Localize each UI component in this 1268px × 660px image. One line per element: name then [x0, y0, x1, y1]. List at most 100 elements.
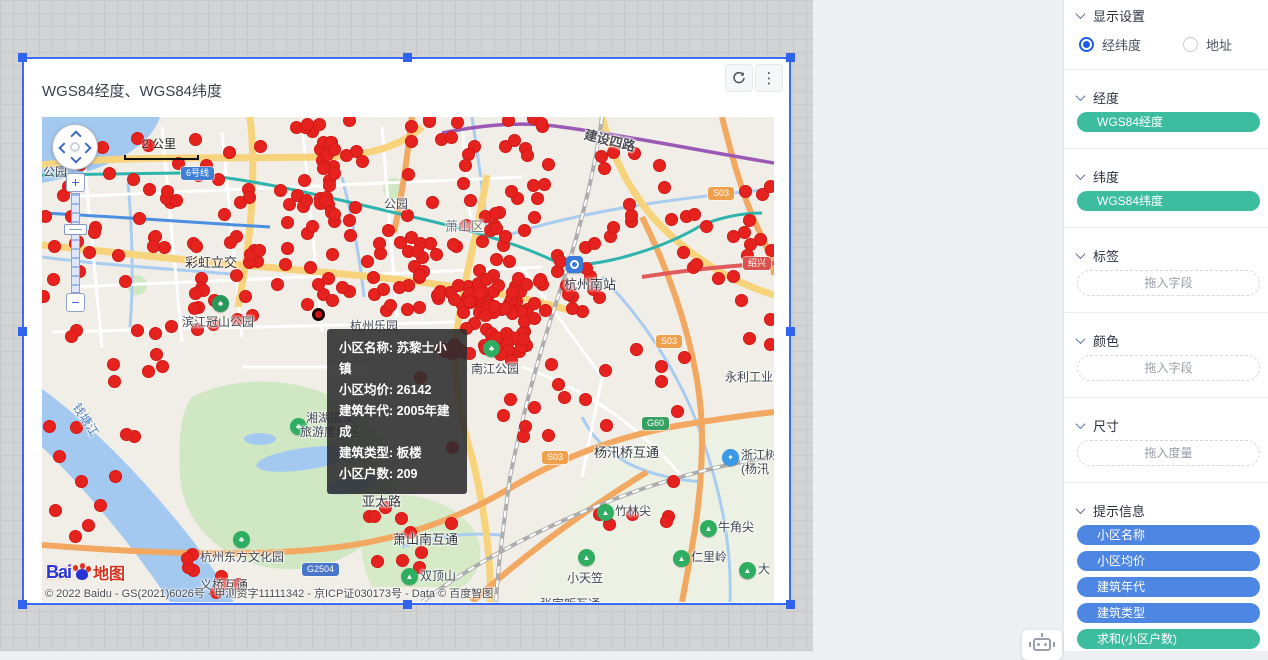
data-point[interactable]	[528, 401, 541, 414]
data-point[interactable]	[377, 283, 390, 296]
data-point[interactable]	[459, 159, 472, 172]
data-point[interactable]	[743, 214, 756, 227]
zoom-slider-handle[interactable]	[64, 224, 87, 235]
data-point[interactable]	[503, 255, 516, 268]
data-point[interactable]	[445, 131, 458, 144]
data-point[interactable]	[473, 287, 486, 300]
data-point[interactable]	[518, 224, 531, 237]
data-point[interactable]	[527, 179, 540, 192]
data-point[interactable]	[665, 213, 678, 226]
data-point[interactable]	[743, 332, 756, 345]
data-point[interactable]	[43, 420, 56, 433]
data-point[interactable]	[306, 220, 319, 233]
data-point[interactable]	[595, 150, 608, 163]
data-point[interactable]	[533, 275, 546, 288]
data-point[interactable]	[142, 365, 155, 378]
data-point-highlighted[interactable]	[312, 308, 325, 321]
data-point[interactable]	[430, 248, 443, 261]
data-point[interactable]	[539, 304, 552, 317]
data-point[interactable]	[165, 320, 178, 333]
data-point[interactable]	[382, 224, 395, 237]
data-point[interactable]	[224, 236, 237, 249]
data-point[interactable]	[344, 229, 357, 242]
data-point[interactable]	[373, 237, 386, 250]
resize-handle-w[interactable]	[18, 327, 27, 336]
data-point[interactable]	[218, 208, 231, 221]
data-point[interactable]	[535, 117, 548, 130]
section-header[interactable]: 标签	[1077, 248, 1259, 263]
data-point[interactable]	[457, 177, 470, 190]
radio-unselected-icon[interactable]	[1183, 37, 1198, 52]
resize-handle-ne[interactable]	[786, 53, 795, 62]
data-point[interactable]	[700, 220, 713, 233]
data-point[interactable]	[448, 293, 461, 306]
chevron-down-icon[interactable]	[1076, 504, 1086, 514]
data-point[interactable]	[411, 245, 424, 258]
data-point[interactable]	[655, 375, 668, 388]
data-point[interactable]	[492, 279, 505, 292]
data-point[interactable]	[371, 555, 384, 568]
section-header[interactable]: 颜色	[1077, 333, 1259, 348]
section-header[interactable]: 纬度	[1077, 169, 1259, 184]
data-point[interactable]	[49, 504, 62, 517]
field-pill[interactable]: 小区名称	[1077, 525, 1260, 545]
data-point[interactable]	[765, 244, 774, 257]
data-point[interactable]	[103, 167, 116, 180]
data-point[interactable]	[476, 235, 489, 248]
data-point[interactable]	[415, 546, 428, 559]
data-point[interactable]	[588, 237, 601, 250]
data-point[interactable]	[323, 179, 336, 192]
data-point[interactable]	[281, 216, 294, 229]
chevron-down-icon[interactable]	[1076, 334, 1086, 344]
field-pill[interactable]: 建筑类型	[1077, 603, 1260, 623]
data-point[interactable]	[304, 261, 317, 274]
resize-handle-nw[interactable]	[18, 53, 27, 62]
pan-left-icon[interactable]	[58, 142, 69, 153]
data-point[interactable]	[401, 303, 414, 316]
data-point[interactable]	[384, 299, 397, 312]
data-point[interactable]	[281, 242, 294, 255]
data-point[interactable]	[107, 358, 120, 371]
chevron-down-icon[interactable]	[1076, 249, 1086, 259]
data-point[interactable]	[143, 183, 156, 196]
data-point[interactable]	[402, 168, 415, 181]
data-point[interactable]	[505, 185, 518, 198]
data-point[interactable]	[552, 378, 565, 391]
resize-handle-e[interactable]	[786, 327, 795, 336]
data-point[interactable]	[75, 475, 88, 488]
data-point[interactable]	[223, 146, 236, 159]
zoom-slider-track[interactable]	[71, 193, 80, 293]
data-point[interactable]	[190, 240, 203, 253]
data-point[interactable]	[88, 226, 101, 239]
data-point[interactable]	[764, 338, 774, 351]
data-point[interactable]	[764, 180, 774, 193]
radio-option-地址[interactable]: 地址	[1183, 35, 1232, 54]
field-drop-placeholder[interactable]: 拖入度量	[1077, 440, 1260, 466]
radio-selected-icon[interactable]	[1079, 37, 1094, 52]
data-point[interactable]	[490, 253, 503, 266]
data-point[interactable]	[521, 149, 534, 162]
data-point[interactable]	[349, 201, 362, 214]
data-point[interactable]	[326, 294, 339, 307]
resize-handle-n[interactable]	[403, 53, 412, 62]
data-point[interactable]	[727, 270, 740, 283]
data-point[interactable]	[343, 214, 356, 227]
field-drop-placeholder[interactable]: 拖入字段	[1077, 270, 1260, 296]
resize-handle-sw[interactable]	[18, 600, 27, 609]
data-point[interactable]	[367, 271, 380, 284]
chevron-down-icon[interactable]	[1076, 91, 1086, 101]
radio-option-经纬度[interactable]: 经纬度	[1079, 35, 1141, 54]
data-point[interactable]	[426, 196, 439, 209]
data-point[interactable]	[413, 269, 426, 282]
data-point[interactable]	[545, 358, 558, 371]
data-point[interactable]	[131, 324, 144, 337]
chevron-down-icon[interactable]	[1076, 419, 1086, 429]
data-point[interactable]	[328, 143, 341, 156]
chevron-down-icon[interactable]	[1076, 170, 1086, 180]
data-point[interactable]	[393, 281, 406, 294]
data-point[interactable]	[607, 221, 620, 234]
data-point[interactable]	[189, 287, 202, 300]
data-point[interactable]	[623, 198, 636, 211]
section-header[interactable]: 经度	[1077, 90, 1259, 105]
data-point[interactable]	[690, 258, 703, 271]
